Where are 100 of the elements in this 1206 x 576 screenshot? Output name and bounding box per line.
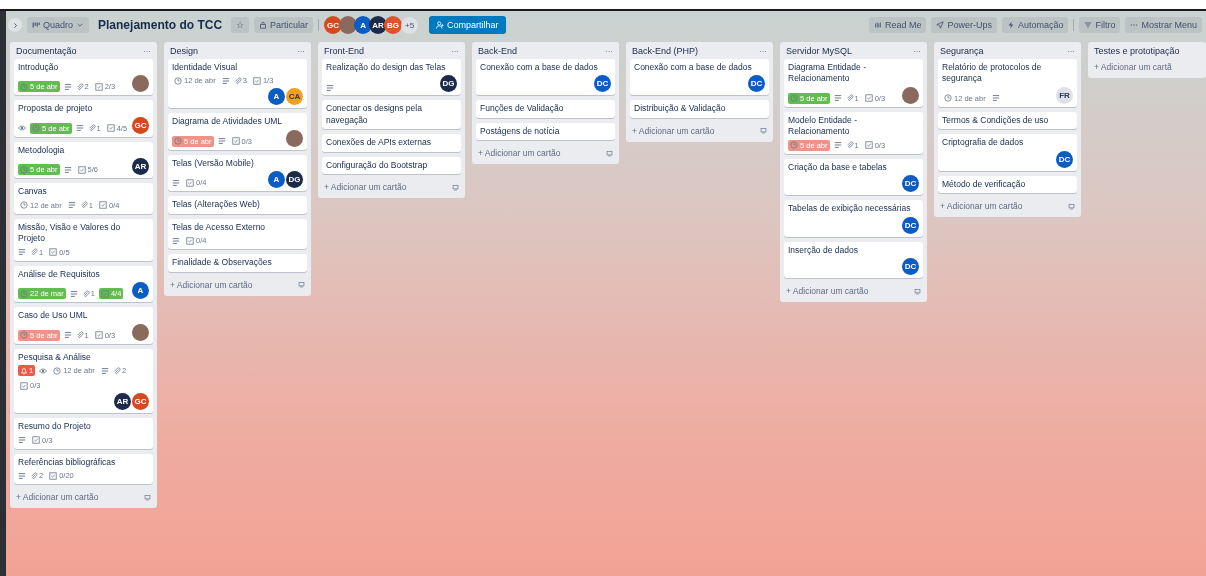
list-menu-button[interactable]: ···: [297, 46, 305, 56]
card-title: Termos & Condições de uso: [942, 114, 1050, 127]
member-avatar[interactable]: BG: [384, 16, 403, 34]
card[interactable]: Inserção de dados DC: [784, 241, 923, 279]
checklist-icon: [864, 94, 873, 103]
sidebar-expand-button[interactable]: [8, 18, 22, 32]
member-avatar[interactable]: DC: [594, 75, 611, 93]
add-card-button[interactable]: + Adicionar um cartão: [632, 124, 715, 137]
description-icon: [172, 178, 180, 187]
member-avatar[interactable]: DG: [440, 75, 457, 93]
list-menu-button[interactable]: ···: [759, 46, 767, 56]
clock-icon: [790, 141, 798, 150]
clock-icon: [790, 94, 798, 103]
list-title[interactable]: Servidor MySQL: [786, 46, 853, 56]
card[interactable]: Telas (Alterações Web): [168, 196, 307, 214]
member-avatar[interactable]: A: [268, 88, 285, 106]
template-icon[interactable]: [298, 281, 305, 289]
card[interactable]: Tabelas de exibição necessárias DC: [784, 200, 923, 237]
card-title: Conexão com a base de dados: [480, 62, 599, 74]
clock-icon: [20, 201, 28, 210]
card-title: Caso de Uso UML: [18, 310, 89, 322]
show-menu-button[interactable]: Mostrar Menu: [1125, 17, 1202, 33]
member-avatar[interactable]: DC: [748, 75, 765, 93]
list-title[interactable]: Design: [170, 46, 198, 56]
template-icon[interactable]: [606, 149, 613, 157]
card[interactable]: Método de verificação: [938, 175, 1077, 194]
card[interactable]: Distribuição & Validação: [630, 100, 769, 118]
member-avatar[interactable]: DC: [902, 258, 919, 276]
card[interactable]: Criação da base e tabelas DC: [784, 158, 923, 196]
member-avatar[interactable]: DC: [902, 216, 919, 234]
star-button[interactable]: ☆: [231, 17, 250, 33]
board-title[interactable]: Planejamento do TCC: [98, 18, 223, 32]
list-menu-button[interactable]: ···: [143, 46, 151, 56]
template-icon[interactable]: [760, 127, 767, 135]
list-menu-button[interactable]: ···: [913, 46, 921, 56]
card[interactable]: Conexão com a base de dados DC: [630, 59, 769, 96]
share-button[interactable]: Compartilhar: [429, 16, 506, 34]
add-card-button[interactable]: + Adicionar um cartão: [478, 147, 561, 160]
avatar-photo-placeholder[interactable]: [286, 129, 303, 147]
avatar-photo-placeholder[interactable]: [132, 323, 149, 341]
member-avatar[interactable]: DC: [902, 175, 919, 193]
checklist-icon: [94, 82, 103, 91]
card[interactable]: Realização do design das Telas DG: [322, 59, 461, 96]
member-avatar[interactable]: A: [268, 171, 285, 189]
member-avatar[interactable]: A: [132, 282, 149, 300]
member-avatar[interactable]: AR: [114, 393, 131, 411]
card[interactable]: Termos & Condições de uso: [938, 111, 1077, 130]
list-menu-button[interactable]: ···: [605, 46, 613, 56]
card[interactable]: Funções de Validação: [476, 100, 615, 118]
card[interactable]: Finalidade & Observações: [168, 254, 307, 272]
eye-icon: [18, 124, 26, 133]
member-avatar[interactable]: CA: [286, 88, 303, 106]
member-avatar[interactable]: AR: [369, 16, 388, 34]
visibility-button[interactable]: Particular: [254, 17, 314, 33]
add-card-button[interactable]: + Adicionar um cartão: [786, 285, 869, 298]
member-avatar[interactable]: GC: [132, 393, 149, 411]
card-title: Canvas: [18, 186, 48, 198]
list-title[interactable]: Back-End (PHP): [632, 46, 699, 56]
list-title[interactable]: Documentação: [16, 46, 77, 56]
member-avatar[interactable]: DC: [1056, 150, 1073, 168]
avatar-photo-placeholder[interactable]: [902, 86, 919, 104]
card[interactable]: Configuração do Bootstrap: [322, 156, 461, 175]
card-title: Referências bibliográficas: [18, 456, 117, 469]
template-icon[interactable]: [914, 287, 921, 295]
list-menu-button[interactable]: ···: [1067, 46, 1075, 56]
list-title[interactable]: Back-End: [478, 46, 518, 56]
add-card-button[interactable]: + Adicionar um cartão: [16, 491, 99, 504]
card[interactable]: Conectar os designs pela navegação: [322, 100, 461, 130]
card[interactable]: Conexões de APIs externas: [322, 134, 461, 152]
automation-button[interactable]: Automação: [1001, 17, 1069, 33]
list-menu-button[interactable]: ···: [451, 46, 459, 56]
add-card-button[interactable]: + Adicionar um cartão: [170, 278, 253, 291]
template-icon[interactable]: [1068, 202, 1075, 210]
add-card-button[interactable]: + Adicionar um cartã: [1094, 61, 1172, 73]
avatar-photo-placeholder[interactable]: [132, 75, 149, 93]
card[interactable]: Postágens de notícia: [476, 122, 615, 141]
list-title[interactable]: Front-End: [324, 46, 365, 56]
add-card-button[interactable]: + Adicionar um cartão: [324, 181, 407, 194]
card[interactable]: Conexão com a base de dados DC: [476, 59, 615, 96]
avatar-photo-placeholder[interactable]: [339, 16, 358, 34]
member-avatar[interactable]: GC: [324, 16, 343, 34]
read-me-button[interactable]: Read Me: [868, 17, 927, 33]
member-avatar[interactable]: DG: [286, 171, 303, 189]
filter-button[interactable]: Filtro: [1079, 17, 1121, 33]
list-title[interactable]: Segurança: [940, 46, 984, 56]
lock-icon: [259, 21, 268, 29]
template-icon[interactable]: [452, 183, 459, 191]
list-title[interactable]: Testes e prototipação: [1094, 46, 1180, 56]
clock-icon: [20, 82, 28, 91]
card[interactable]: Criptografia de dados DC: [938, 134, 1077, 171]
power-ups-button[interactable]: Power-Ups: [931, 17, 997, 33]
member-avatar[interactable]: AR: [132, 158, 149, 176]
add-card-button[interactable]: + Adicionar um cartão: [940, 200, 1023, 213]
more-members-count[interactable]: +5: [401, 16, 419, 34]
member-avatar[interactable]: GC: [132, 116, 149, 134]
member-avatar[interactable]: A: [354, 16, 373, 34]
view-switcher[interactable]: Quadro: [27, 17, 90, 33]
template-icon[interactable]: [144, 493, 151, 501]
member-avatar[interactable]: FR: [1056, 86, 1073, 104]
checklist-icon: [106, 124, 115, 133]
